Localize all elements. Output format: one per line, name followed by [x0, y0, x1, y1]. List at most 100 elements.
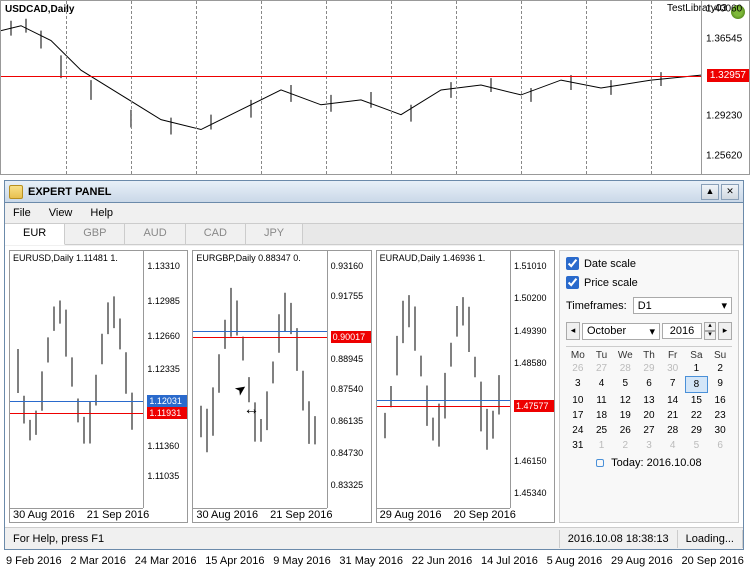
cal-month-select[interactable]: October ▾ [582, 323, 660, 340]
y-tick: 0.88945 [331, 354, 364, 364]
mini-chart-eurusd[interactable]: EURUSD,Daily 1.11481 1. 1.133101.129851.… [9, 250, 188, 523]
cal-year-input[interactable]: 2016 [662, 323, 702, 339]
main-chart[interactable]: USDCAD,Daily TestLibrary03 1.32957 1.400… [0, 0, 750, 175]
cal-day[interactable]: 29 [637, 361, 661, 376]
cal-day[interactable]: 4 [661, 438, 685, 453]
collapse-button[interactable]: ▲ [701, 184, 719, 200]
tab-gbp[interactable]: GBP [65, 224, 125, 244]
cal-day[interactable]: 6 [708, 438, 732, 453]
x-tick: 29 Aug 2016 [611, 555, 673, 575]
cal-day[interactable]: 16 [708, 393, 732, 408]
tab-eur[interactable]: EUR [5, 224, 65, 245]
expert-panel-window: EXPERT PANEL ▲ ✕ File View Help EURGBPAU… [4, 180, 744, 550]
mini-chart-eurgbp[interactable]: EURGBP,Daily 0.88347 0. 0.931600.917550.… [192, 250, 371, 523]
cal-day[interactable]: 2 [613, 438, 637, 453]
cal-day[interactable]: 11 [590, 393, 614, 408]
x-tick: 21 Sep 2016 [87, 509, 149, 521]
cal-day[interactable]: 18 [590, 408, 614, 423]
vgrid-line [586, 1, 587, 174]
cal-day[interactable]: 22 [685, 408, 709, 423]
cal-today-link[interactable]: Today: 2016.10.08 [566, 457, 732, 469]
date-scale-check[interactable]: Date scale [566, 257, 732, 270]
price-scale-checkbox[interactable] [566, 276, 579, 289]
menu-view[interactable]: View [49, 207, 73, 219]
mini-chart-title: EURGBP,Daily 0.88347 0. [196, 253, 300, 263]
main-candle-area[interactable] [1, 1, 701, 174]
cal-day[interactable]: 29 [685, 423, 709, 438]
close-button[interactable]: ✕ [721, 184, 739, 200]
year-up-button[interactable]: ▴ [704, 322, 716, 331]
cal-month-label: October [587, 325, 626, 337]
cal-day[interactable]: 20 [637, 408, 661, 423]
cal-day[interactable]: 19 [613, 408, 637, 423]
y-tick: 0.86135 [331, 416, 364, 426]
cal-day[interactable]: 28 [613, 361, 637, 376]
cal-next-button[interactable]: ▸ [718, 322, 732, 340]
chevron-down-icon: ▾ [649, 325, 655, 338]
y-tick: 1.11035 [147, 471, 179, 481]
cal-day[interactable]: 27 [637, 423, 661, 438]
cal-day[interactable]: 6 [637, 376, 661, 393]
cal-day[interactable]: 15 [685, 393, 709, 408]
y-tick: 1.50200 [514, 293, 547, 303]
cal-weekday: Mo [566, 350, 590, 361]
vgrid-line [131, 1, 132, 174]
cal-day[interactable]: 26 [613, 423, 637, 438]
cal-day[interactable]: 17 [566, 408, 590, 423]
cal-day[interactable]: 2 [708, 361, 732, 376]
current-price-badge: 1.32957 [707, 69, 749, 82]
panel-title: EXPERT PANEL [28, 186, 699, 198]
cal-day[interactable]: 28 [661, 423, 685, 438]
cal-day[interactable]: 27 [590, 361, 614, 376]
menu-file[interactable]: File [13, 207, 31, 219]
x-tick: 31 May 2016 [339, 555, 403, 575]
status-loading: Loading... [678, 530, 743, 548]
cal-day[interactable]: 7 [661, 376, 685, 393]
mini-xaxis: 30 Aug 201621 Sep 2016 [10, 508, 143, 522]
cal-day[interactable]: 5 [685, 438, 709, 453]
y-tick: 1.45340 [514, 488, 547, 498]
y-tick: 1.12335 [147, 364, 180, 374]
cal-day[interactable]: 31 [566, 438, 590, 453]
cal-day[interactable]: 10 [566, 393, 590, 408]
x-tick: 20 Sep 2016 [453, 509, 515, 521]
tab-cad[interactable]: CAD [186, 224, 246, 244]
timeframe-value: D1 [638, 300, 652, 312]
cal-weekday: We [613, 350, 637, 361]
cal-day[interactable]: 14 [661, 393, 685, 408]
cal-prev-button[interactable]: ◂ [566, 322, 580, 340]
cal-day[interactable]: 26 [566, 361, 590, 376]
cal-day[interactable]: 25 [590, 423, 614, 438]
cal-day[interactable]: 13 [637, 393, 661, 408]
panel-titlebar[interactable]: EXPERT PANEL ▲ ✕ [5, 181, 743, 203]
cal-day[interactable]: 24 [566, 423, 590, 438]
timeframe-select[interactable]: D1 ▾ [633, 297, 732, 314]
tab-jpy[interactable]: JPY [246, 224, 303, 244]
year-down-button[interactable]: ▾ [704, 331, 716, 340]
cal-day[interactable]: 4 [590, 376, 614, 393]
x-tick: 14 Jul 2016 [481, 555, 538, 575]
date-scale-checkbox[interactable] [566, 257, 579, 270]
cal-day[interactable]: 30 [661, 361, 685, 376]
y-tick: 1.11360 [147, 441, 179, 451]
tab-aud[interactable]: AUD [125, 224, 185, 244]
vgrid-line [391, 1, 392, 174]
cal-day[interactable]: 1 [685, 361, 709, 376]
cal-day[interactable]: 12 [613, 393, 637, 408]
cal-day[interactable]: 1 [590, 438, 614, 453]
price-scale-check[interactable]: Price scale [566, 276, 732, 289]
cal-day[interactable]: 3 [566, 376, 590, 393]
cal-day[interactable]: 8 [685, 376, 709, 393]
mini-chart-euraud[interactable]: EURAUD,Daily 1.46936 1. 1.510101.502001.… [376, 250, 555, 523]
cal-day[interactable]: 3 [637, 438, 661, 453]
cal-day[interactable]: 5 [613, 376, 637, 393]
cal-day[interactable]: 9 [708, 376, 732, 393]
cal-day[interactable]: 21 [661, 408, 685, 423]
ask-badge: 1.47577 [514, 400, 554, 412]
menu-help[interactable]: Help [90, 207, 113, 219]
cal-day[interactable]: 23 [708, 408, 732, 423]
y-tick: 1.13310 [147, 261, 180, 271]
cal-day[interactable]: 30 [708, 423, 732, 438]
ask-line [10, 413, 143, 414]
x-tick: 21 Sep 2016 [270, 509, 332, 521]
